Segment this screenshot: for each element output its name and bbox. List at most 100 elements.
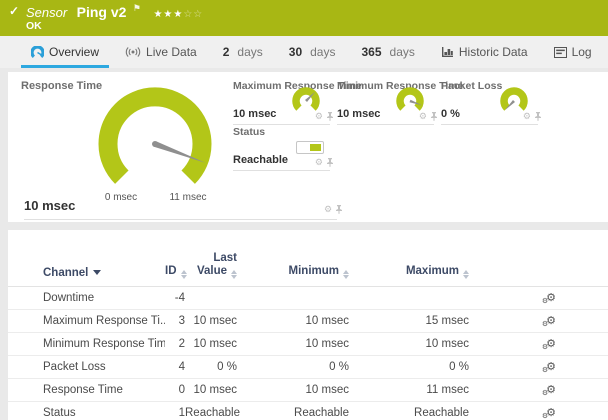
channel-name[interactable]: Packet Loss: [43, 361, 165, 373]
channel-minimum: 10 msec: [305, 384, 349, 397]
tab-settings[interactable]: ⚙ Settings: [605, 36, 608, 68]
channels-table-panel: Channel ID Last Value Minimum Maximum Dow…: [8, 230, 608, 420]
tab-historic-data-label: Historic Data: [458, 45, 528, 59]
log-icon: [553, 46, 567, 58]
channel-name[interactable]: Downtime: [43, 292, 165, 304]
sensor-status: OK: [26, 20, 42, 32]
stars-empty[interactable]: ☆☆: [183, 9, 203, 20]
main-widget-icons: ⚙: [324, 205, 343, 214]
channel-settings-icon[interactable]: ⚙⚙: [542, 384, 556, 397]
channel-name[interactable]: Status: [43, 407, 165, 419]
col-header-channel[interactable]: Channel: [43, 267, 165, 279]
sort-icon: [463, 270, 469, 280]
sensor-kind-label: Sensor: [26, 5, 68, 20]
tab-30-days[interactable]: 30 days: [276, 36, 349, 68]
channel-id: 4: [178, 361, 185, 374]
mini-widget-icons: ⚙: [419, 112, 438, 121]
col-header-id[interactable]: ID: [165, 265, 187, 280]
tab-overview-label: Overview: [49, 45, 100, 59]
mini-panel-maximum-response-time: Maximum Response Time 10 msec ⚙: [233, 78, 362, 125]
sensor-header: ✓ Sensor Ping v2 ⚑ ★★★☆☆ OK: [0, 0, 608, 36]
tab-365-days[interactable]: 365 days: [348, 36, 427, 68]
table-row[interactable]: Downtime -4 ⚙⚙: [8, 287, 608, 311]
channel-last-value: Reachable: [185, 407, 240, 420]
gauge-scale-max: 11 msec: [169, 192, 207, 203]
channel-settings-icon[interactable]: ⚙⚙: [542, 361, 556, 374]
channel-settings-icon[interactable]: ⚙⚙: [542, 315, 556, 328]
tab-bar: Overview Live Data 2 days 30 days 365 da…: [0, 36, 608, 68]
ok-check-icon: ✓: [9, 4, 20, 18]
channel-settings-icon[interactable]: ⚙⚙: [542, 407, 556, 420]
widget-gear-icon[interactable]: ⚙: [315, 112, 323, 121]
col-header-maximum[interactable]: Maximum: [349, 265, 469, 280]
mini-value: Reachable: [233, 154, 289, 166]
gauge-icon: [31, 45, 44, 59]
mini-title: Status: [233, 126, 266, 138]
widget-gear-icon[interactable]: ⚙: [419, 112, 427, 121]
channel-minimum: 10 msec: [305, 338, 349, 351]
widget-pin-icon[interactable]: [430, 112, 438, 121]
tab-historic-data[interactable]: Historic Data: [428, 36, 541, 68]
channel-name[interactable]: Response Time: [43, 384, 165, 396]
widget-gear-icon[interactable]: ⚙: [523, 112, 531, 121]
col-header-minimum[interactable]: Minimum: [237, 265, 349, 280]
channel-minimum: 0 %: [329, 361, 349, 374]
mini-value: 10 msec: [233, 108, 277, 120]
channel-last-value: 10 msec: [193, 315, 237, 328]
tab-live-data[interactable]: Live Data: [112, 36, 210, 68]
table-row[interactable]: Response Time 0 10 msec 10 msec 11 msec …: [8, 379, 608, 403]
tab-30-days-number: 30: [288, 45, 303, 59]
channel-maximum: 11 msec: [426, 384, 469, 397]
tab-2-days[interactable]: 2 days: [210, 36, 276, 68]
widget-pin-icon[interactable]: [326, 112, 334, 121]
widget-gear-icon[interactable]: ⚙: [324, 205, 332, 214]
tab-365-days-number: 365: [361, 45, 382, 59]
channel-settings-icon[interactable]: ⚙⚙: [542, 338, 556, 351]
table-header-row: Channel ID Last Value Minimum Maximum: [8, 230, 608, 288]
tab-2-days-number: 2: [222, 45, 230, 59]
mini-widget-icons: ⚙: [523, 112, 542, 121]
widget-pin-icon[interactable]: [326, 158, 334, 167]
channel-maximum: 0 %: [449, 361, 469, 374]
mini-panel-packet-loss: Packet Loss 0 % ⚙: [441, 78, 541, 125]
widget-pin-icon[interactable]: [534, 112, 542, 121]
channel-name[interactable]: Maximum Response Ti...: [43, 315, 165, 327]
tab-overview[interactable]: Overview: [18, 36, 112, 68]
live-data-icon: [125, 46, 141, 58]
channel-id: 0: [178, 384, 185, 397]
prtg-sensor-page: ✓ Sensor Ping v2 ⚑ ★★★☆☆ OK Overview Liv…: [0, 0, 608, 420]
channel-id: 1: [178, 407, 185, 420]
mini-panel-status: Status Reachable ⚙: [233, 124, 333, 171]
channel-last-value: 10 msec: [193, 338, 237, 351]
channel-maximum: 15 msec: [425, 315, 469, 328]
mini-widget-icons: ⚙: [315, 158, 334, 167]
tab-log[interactable]: Log: [541, 36, 605, 68]
mini-widget-icons: ⚙: [315, 112, 334, 121]
widget-gear-icon[interactable]: ⚙: [315, 158, 323, 167]
channel-id: -4: [174, 292, 185, 305]
channel-maximum: Reachable: [414, 407, 469, 420]
stars-filled[interactable]: ★★★: [153, 9, 183, 20]
mini-value: 10 msec: [337, 108, 381, 120]
channel-last-value: 0 %: [217, 361, 237, 374]
channel-id: 2: [178, 338, 185, 351]
widget-pin-icon[interactable]: [335, 205, 343, 214]
table-row[interactable]: Packet Loss 4 0 % 0 % 0 % ⚙⚙: [8, 356, 608, 380]
col-header-last-value[interactable]: Last Value: [185, 252, 237, 280]
priority-stars[interactable]: ★★★☆☆: [153, 9, 203, 20]
table-row[interactable]: Minimum Response Time 2 10 msec 10 msec …: [8, 333, 608, 357]
channel-id: 3: [178, 315, 185, 328]
channel-minimum: 10 msec: [305, 315, 349, 328]
table-row[interactable]: Maximum Response Ti... 3 10 msec 10 msec…: [8, 310, 608, 334]
flag-icon[interactable]: ⚑: [133, 3, 141, 13]
channel-settings-icon[interactable]: ⚙⚙: [542, 292, 556, 305]
tab-365-days-unit: days: [389, 45, 415, 59]
channel-last-value: 10 msec: [193, 384, 237, 397]
channel-maximum: 10 msec: [425, 338, 469, 351]
table-row[interactable]: Status 1 Reachable Reachable Reachable ⚙…: [8, 402, 608, 420]
status-indicator: [296, 141, 324, 154]
tab-2-days-unit: days: [237, 45, 263, 59]
channel-name[interactable]: Minimum Response Time: [43, 338, 165, 350]
sensor-title-line: Sensor Ping v2 ⚑ ★★★☆☆: [26, 3, 203, 22]
divider: [24, 219, 337, 220]
